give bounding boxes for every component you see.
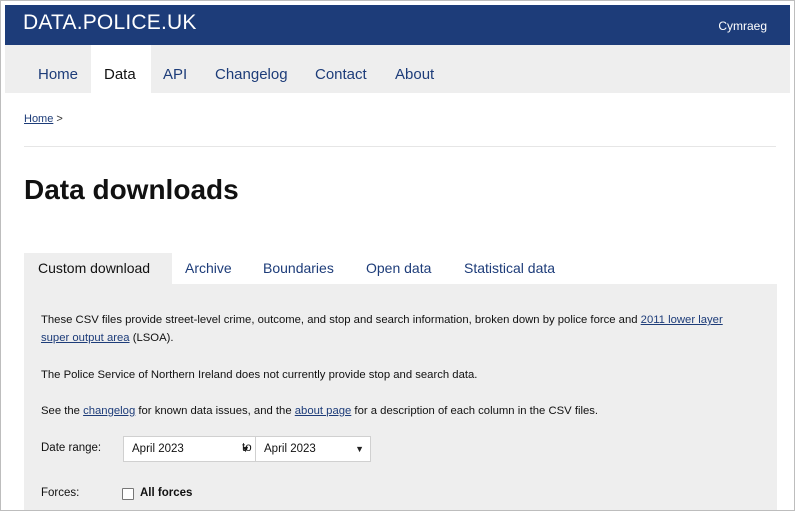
all-forces-label[interactable]: All forces [140, 487, 192, 499]
nav-item-contact[interactable]: Contact [315, 45, 377, 93]
nav-item-api[interactable]: API [163, 45, 197, 93]
language-toggle-link[interactable]: Cymraeg [718, 19, 767, 33]
main-nav: Home Data API Changelog Contact About [5, 45, 790, 93]
changelog-link[interactable]: changelog [83, 405, 135, 417]
see-suffix: for a description of each column in the … [351, 405, 599, 417]
about-page-link[interactable]: about page [295, 405, 352, 417]
chevron-down-icon: ▼ [355, 444, 364, 454]
date-to-value: April 2023 [264, 443, 316, 455]
intro-paragraph: These CSV files provide street-level cri… [41, 311, 753, 347]
intro-text-end: (LSOA). [129, 332, 174, 344]
intro-text: These CSV files provide street-level cri… [41, 314, 641, 326]
site-header: DATA.POLICE.UK Cymraeg [5, 5, 790, 45]
breadcrumb-separator: > [56, 113, 63, 125]
psni-note: The Police Service of Northern Ireland d… [41, 369, 478, 381]
tab-archive[interactable]: Archive [185, 253, 245, 284]
see-prefix: See the [41, 405, 84, 417]
tab-open-data[interactable]: Open data [366, 253, 444, 284]
all-forces-checkbox[interactable] [122, 488, 134, 500]
nav-item-about[interactable]: About [395, 45, 443, 93]
date-from-value: April 2023 [132, 443, 184, 455]
see-middle: for known data issues, and the [135, 405, 295, 417]
breadcrumb: Home > [24, 113, 63, 125]
nav-item-data[interactable]: Data [91, 45, 151, 93]
nav-item-changelog[interactable]: Changelog [215, 45, 295, 93]
date-range-label: Date range: [41, 442, 102, 454]
forces-label: Forces: [41, 487, 80, 499]
nav-item-home[interactable]: Home [23, 45, 85, 93]
to-label: to [242, 442, 252, 454]
tab-statistical-data[interactable]: Statistical data [464, 253, 568, 284]
custom-download-panel: These CSV files provide street-level cri… [24, 284, 777, 510]
date-to-select[interactable]: April 2023 ▼ [255, 436, 371, 462]
page-title: Data downloads [24, 174, 239, 205]
tab-custom-download[interactable]: Custom download [24, 253, 172, 284]
breadcrumb-home-link[interactable]: Home [24, 113, 53, 125]
see-paragraph: See the changelog for known data issues,… [41, 402, 598, 420]
date-from-select[interactable]: April 2023 ▼ [123, 436, 257, 462]
divider [24, 146, 776, 147]
browser-viewport: DATA.POLICE.UK Cymraeg Home Data API Cha… [0, 0, 795, 511]
tab-boundaries[interactable]: Boundaries [263, 253, 347, 284]
site-logo[interactable]: DATA.POLICE.UK [23, 11, 197, 35]
